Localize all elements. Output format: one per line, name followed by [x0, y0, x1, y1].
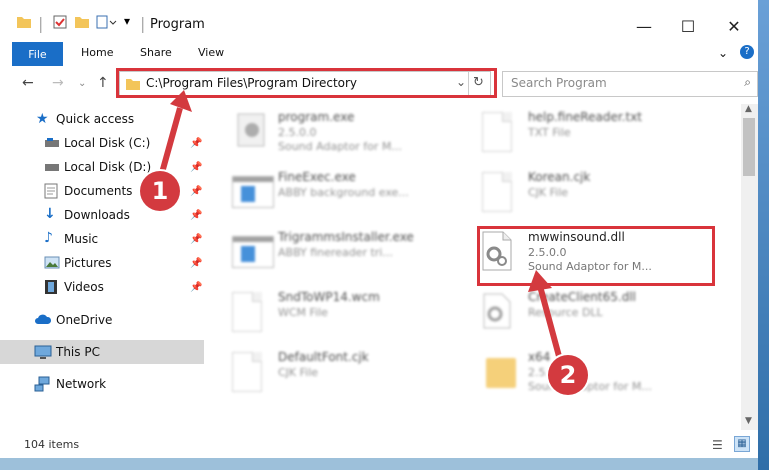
desktop-background	[0, 458, 769, 470]
desktop-background-edge	[758, 0, 769, 470]
annotation-arrows	[157, 90, 563, 361]
callout-badge-2: 2	[548, 355, 588, 395]
file-explorer-window: | ▾ | Program — ☐ ✕ File Home Share View…	[0, 0, 769, 470]
callout-badge-1: 1	[140, 171, 180, 211]
